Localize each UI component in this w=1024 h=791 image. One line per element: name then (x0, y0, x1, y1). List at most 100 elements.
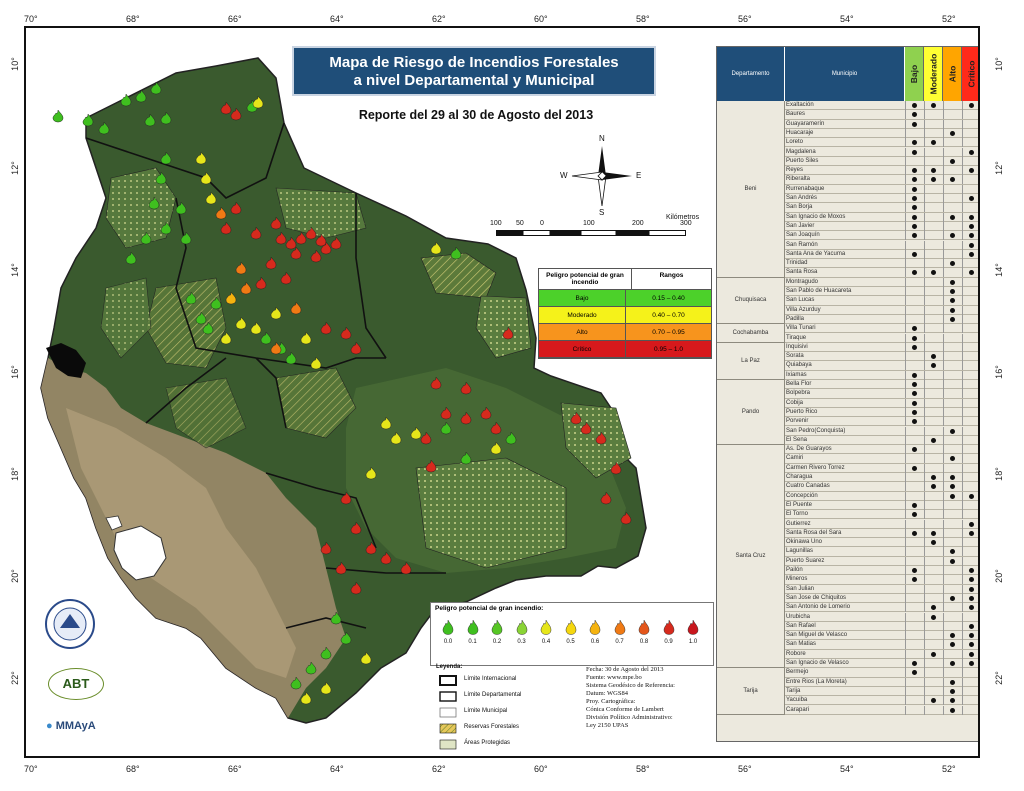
municipality-row: San Ignacio de Velasco (785, 659, 978, 669)
flame-scale-value: 1.0 (688, 639, 698, 645)
risk-mark (950, 214, 955, 220)
risk-cell (905, 566, 924, 575)
risk-cell (905, 342, 924, 352)
risk-cell (943, 668, 962, 678)
risk-cell (924, 370, 943, 380)
risk-mark (931, 270, 936, 276)
risk-cell (962, 101, 978, 110)
flame-scale-item: 0.0 (441, 619, 455, 645)
risk-cell (943, 547, 962, 557)
risk-mark (912, 409, 917, 415)
municipality-name: Rurrenabaque (786, 185, 825, 192)
risk-level-label: Crítico (539, 341, 626, 357)
municipality-row: Carapari (785, 705, 978, 715)
scale-bar: Kilómetros 100 50 0 100 200 300 (490, 214, 726, 244)
municipality-name: San Javier (786, 222, 815, 229)
municipality-name: San Andrés (786, 195, 818, 201)
risk-mark (950, 456, 955, 462)
latitude-label: 18° (9, 467, 20, 481)
risk-cell (905, 454, 924, 464)
longitude-label: 70° (24, 764, 38, 774)
risk-cell (962, 482, 978, 492)
longitude-label: 68° (126, 14, 140, 24)
risk-mark (969, 530, 974, 536)
municipality-row: Reyes (785, 166, 978, 176)
risk-cell (924, 110, 943, 120)
mmaya-logo-text: MMAyA (55, 720, 96, 732)
risk-mark (950, 307, 955, 313)
longitude-label: 58° (636, 14, 650, 24)
risk-cell (924, 333, 943, 343)
metadata-line: Fecha: 30 de Agosto del 2013 (586, 666, 664, 673)
risk-cell (962, 166, 978, 176)
municipality-name: Baures (786, 111, 806, 118)
municipality-name: San Ramón (786, 241, 818, 248)
department-name: Cochabamba (717, 324, 785, 343)
risk-mark (969, 493, 974, 499)
risk-cell (905, 584, 924, 594)
risk-table: Departamento Municipio Bajo Moderado Alt… (716, 46, 978, 742)
risk-cell (943, 482, 962, 492)
risk-cell (924, 194, 943, 203)
mmaya-logo: ● MMAyA (46, 720, 96, 732)
risk-cell (924, 166, 943, 176)
risk-cell (924, 612, 943, 622)
risk-cell (962, 454, 978, 464)
latitude-label: 12° (9, 161, 20, 175)
municipality-row: Camiri (785, 454, 978, 464)
risk-cell (943, 324, 962, 334)
risk-cell (962, 128, 978, 138)
risk-mark (931, 177, 936, 183)
risk-cell (943, 352, 962, 362)
risk-mark (912, 196, 917, 201)
risk-cell (962, 194, 978, 203)
municipality-row: Cobija (785, 398, 978, 408)
risk-cell (905, 445, 924, 455)
municipality-name: Puerto Suarez (786, 557, 825, 564)
risk-cell (924, 640, 943, 650)
risk-cell (943, 138, 962, 148)
risk-mark (950, 707, 955, 713)
municipality-row: Cuatro Canadas (785, 482, 978, 492)
flame-scale-item: 0.4 (539, 619, 553, 645)
risk-cell (924, 268, 943, 278)
risk-cell (905, 631, 924, 641)
municipality-row: El Puente (785, 500, 978, 511)
risk-cell (905, 128, 924, 138)
risk-cell (905, 500, 924, 510)
risk-cell (905, 389, 924, 399)
water-drop-icon: ● (46, 720, 53, 732)
longitude-label: 60° (534, 764, 548, 774)
flame-scale-item: 0.8 (637, 619, 651, 645)
risk-cell (905, 212, 924, 222)
municipality-name: El Sena (786, 436, 808, 443)
municipality-row: San Jose de Chiquitos (785, 593, 978, 604)
municipality-row: San Javier (785, 221, 978, 232)
risk-cell (905, 268, 924, 278)
risk-cell (943, 296, 962, 306)
risk-cell (924, 203, 943, 213)
international-limit-icon (439, 675, 457, 686)
risk-mark (912, 270, 917, 276)
risk-cell (924, 705, 943, 715)
flame-icon (565, 619, 576, 635)
risk-mark (912, 177, 917, 183)
departmental-limit-icon (439, 691, 457, 702)
risk-cell (905, 677, 924, 687)
risk-legend-row: Alto 0.70 – 0.95 (539, 324, 711, 341)
risk-cell (905, 621, 924, 631)
risk-cell (962, 686, 978, 696)
longitude-label: 62° (432, 14, 446, 24)
risk-cell (962, 603, 978, 613)
risk-cell (943, 212, 962, 222)
risk-cell (962, 361, 978, 371)
risk-mark (969, 196, 974, 201)
risk-mark (912, 670, 917, 676)
risk-mark (969, 605, 974, 611)
risk-mark (950, 475, 955, 480)
risk-range-label: 0.15 – 0.40 (626, 290, 711, 306)
risk-mark (931, 363, 936, 369)
municipality-name: Camiri (786, 455, 804, 462)
municipality-row: San Pablo de Huacareta (785, 287, 978, 297)
risk-cell (924, 566, 943, 575)
